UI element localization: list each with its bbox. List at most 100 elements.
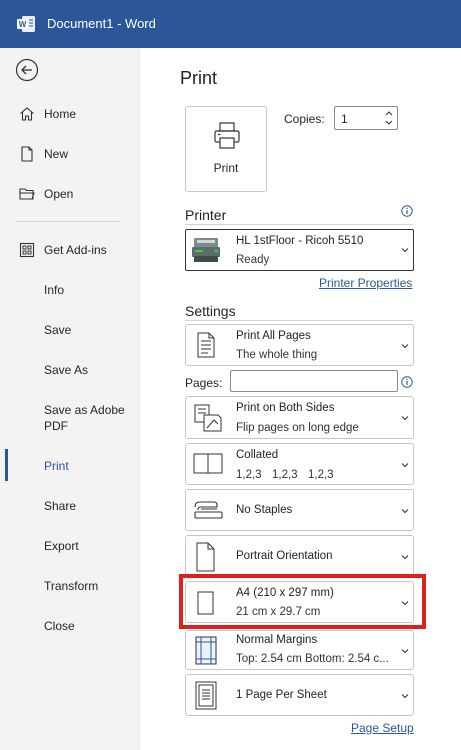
chevron-down-icon <box>401 463 409 468</box>
open-folder-icon <box>19 188 35 200</box>
collated-pages-icon <box>193 453 223 474</box>
page-per-sheet-icon <box>195 681 217 710</box>
paper-size-select[interactable]: A4 (210 x 297 mm) 21 cm x 29.7 cm <box>185 581 414 623</box>
sidebar-item-label: Transform <box>44 579 99 593</box>
collation-set: 1,2,3 <box>236 469 262 481</box>
margins-icon <box>195 636 217 665</box>
sidebar-item-transform[interactable]: Transform <box>0 576 139 596</box>
portrait-page-icon <box>196 542 215 572</box>
home-icon <box>20 107 34 121</box>
sidebar-item-info[interactable]: Info <box>0 280 139 300</box>
printer-status: Ready <box>236 254 270 266</box>
printer-heading: Printer <box>185 207 227 223</box>
sidebar-item-label: Home <box>44 107 77 121</box>
sidebar-item-label: Export <box>44 539 79 553</box>
orientation-select[interactable]: Portrait Orientation <box>185 535 414 577</box>
chevron-down-icon <box>401 649 409 654</box>
sidebar-item-export[interactable]: Export <box>0 536 139 556</box>
collation-set: 1,2,3 <box>308 469 334 481</box>
margins-title: Normal Margins <box>236 634 318 646</box>
staple-title: No Staples <box>236 504 293 516</box>
collation-title: Collated <box>236 449 279 461</box>
paper-size-icon <box>197 591 214 615</box>
copies-value: 1 <box>341 112 348 126</box>
chevron-down-icon <box>401 694 409 699</box>
page-title: Print <box>180 68 218 88</box>
printer-properties-link[interactable]: Printer Properties <box>319 276 412 290</box>
copies-label: Copies: <box>284 112 325 126</box>
print-range-desc: The whole thing <box>236 349 318 361</box>
chevron-down-icon <box>401 248 409 253</box>
sidebar-item-label: Print <box>44 459 69 473</box>
info-icon[interactable] <box>401 376 413 388</box>
chevron-down-icon <box>401 416 409 421</box>
duplex-pages-icon <box>194 404 222 432</box>
spin-arrows-icon[interactable] <box>384 108 394 128</box>
sidebar-item-label: Save As <box>44 363 89 377</box>
pages-per-sheet-select[interactable]: 1 Page Per Sheet <box>185 674 414 716</box>
print-panel: Print Print Copies: 1 Printer HL 1stFloo… <box>141 48 461 750</box>
stapler-icon <box>194 501 223 519</box>
printer-name: HL 1stFloor - Ricoh 5510 <box>236 235 364 247</box>
sidebar-item-open[interactable]: Open <box>0 184 139 204</box>
sidebar-item-label: Close <box>44 619 75 633</box>
paper-size-desc: 21 cm x 29.7 cm <box>236 606 321 618</box>
margins-desc: Top: 2.54 cm Bottom: 2.54 c... <box>236 653 389 665</box>
pages-input[interactable] <box>230 370 398 392</box>
sidebar-item-save-as-adobe-pdf[interactable]: Save as Adobe PDF <box>0 400 139 436</box>
sidebar-item-save-as[interactable]: Save As <box>0 360 139 380</box>
print-button[interactable]: Print <box>185 106 267 192</box>
margins-select[interactable]: Normal Margins Top: 2.54 cm Bottom: 2.54… <box>185 630 414 670</box>
section-divider <box>185 320 413 321</box>
sidebar-divider <box>16 221 120 222</box>
sidebar-item-new[interactable]: New <box>0 144 139 164</box>
printer-device-icon <box>192 238 220 262</box>
sidebar-item-save[interactable]: Save <box>0 320 139 340</box>
backstage-sidebar: Home New Open Get Add-ins Info Save Save… <box>0 48 140 750</box>
info-icon[interactable] <box>401 205 413 217</box>
copies-stepper[interactable]: 1 <box>334 106 398 130</box>
collation-select[interactable]: Collated 1,2,3 1,2,3 1,2,3 <box>185 443 414 485</box>
duplex-select[interactable]: Print on Both Sides Flip pages on long e… <box>185 396 414 439</box>
window-title: Document1 - Word <box>47 16 156 31</box>
duplex-title: Print on Both Sides <box>236 402 335 414</box>
chevron-down-icon <box>401 555 409 560</box>
settings-heading: Settings <box>185 303 236 319</box>
page-setup-link[interactable]: Page Setup <box>351 721 414 735</box>
section-divider <box>185 224 413 225</box>
sidebar-item-print[interactable]: Print <box>0 456 139 476</box>
paper-size-title: A4 (210 x 297 mm) <box>236 587 334 599</box>
sidebar-item-get-add-ins[interactable]: Get Add-ins <box>0 240 139 260</box>
sidebar-item-label: Share <box>44 499 77 513</box>
title-bar: W Document1 - Word <box>0 0 461 48</box>
chevron-down-icon <box>401 344 409 349</box>
new-document-icon <box>21 146 33 162</box>
print-button-label: Print <box>213 161 239 175</box>
svg-text:W: W <box>19 20 27 29</box>
sidebar-item-label: Info <box>44 283 65 297</box>
sidebar-item-home[interactable]: Home <box>0 104 139 124</box>
pages-per-sheet-title: 1 Page Per Sheet <box>236 689 327 701</box>
duplex-desc: Flip pages on long edge <box>236 422 359 434</box>
print-range-select[interactable]: Print All Pages The whole thing <box>185 324 414 366</box>
chevron-down-icon <box>401 509 409 514</box>
sidebar-item-label: Get Add-ins <box>44 243 107 257</box>
sidebar-item-label: Save as Adobe PDF <box>44 403 125 433</box>
print-range-title: Print All Pages <box>236 330 311 342</box>
back-arrow-icon[interactable] <box>15 58 39 82</box>
pages-label: Pages: <box>185 376 223 390</box>
staple-select[interactable]: No Staples <box>185 489 414 531</box>
sidebar-item-share[interactable]: Share <box>0 496 139 516</box>
printer-select[interactable]: HL 1stFloor - Ricoh 5510 Ready <box>185 229 414 271</box>
sidebar-item-label: Open <box>44 187 74 201</box>
sidebar-item-close[interactable]: Close <box>0 616 139 636</box>
printer-icon <box>214 122 240 149</box>
add-ins-grid-icon <box>19 242 35 258</box>
sidebar-item-label: Save <box>44 323 72 337</box>
chevron-down-icon <box>401 601 409 606</box>
sidebar-item-label: New <box>44 147 69 161</box>
word-logo-icon: W <box>17 16 35 32</box>
collation-set: 1,2,3 <box>272 469 298 481</box>
orientation-title: Portrait Orientation <box>236 550 333 562</box>
pages-icon <box>197 332 215 358</box>
